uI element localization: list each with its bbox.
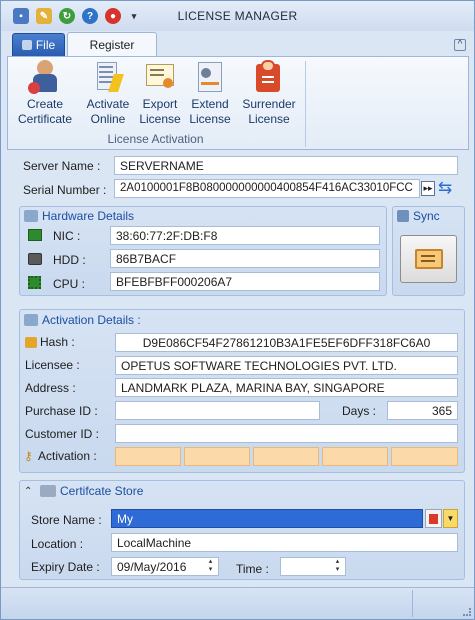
address-field[interactable]: LANDMARK PLAZA, MARINA BAY, SINGAPORE xyxy=(115,378,458,397)
activation-details-icon xyxy=(24,314,38,326)
store-browse-icon[interactable] xyxy=(425,509,442,528)
time-spin-icon[interactable]: ▴ ▾ xyxy=(331,558,344,575)
store-dropdown-icon[interactable]: ▼ xyxy=(443,509,458,528)
store-name-select[interactable]: My xyxy=(111,509,423,528)
customer-id-label: Customer ID : xyxy=(25,427,100,441)
collapse-icon[interactable]: ⌃ xyxy=(24,486,36,497)
export-license-label-1: Export xyxy=(142,97,178,111)
licensee-field[interactable]: OPETUS SOFTWARE TECHNOLOGIES PVT. LTD. xyxy=(115,356,458,375)
surrender-license-button[interactable]: Surrender License xyxy=(241,60,297,127)
extend-license-icon xyxy=(193,60,227,94)
status-bar-separator xyxy=(412,590,413,617)
location-field[interactable]: LocalMachine xyxy=(111,533,458,552)
server-name-label: Server Name : xyxy=(23,159,101,173)
cpu-icon xyxy=(28,276,41,289)
store-title: Certifcate Store xyxy=(60,484,144,498)
hardware-title: Hardware Details xyxy=(42,209,135,223)
activation-code-part-2[interactable] xyxy=(184,447,250,466)
sync-title: Sync xyxy=(413,209,440,223)
purchase-id-label: Purchase ID : xyxy=(25,404,98,418)
nic-field[interactable]: 38:60:77:2F:DB:F8 xyxy=(110,226,380,245)
export-license-icon xyxy=(143,60,177,94)
cpu-field[interactable]: BFEBFBFF000206A7 xyxy=(110,272,380,291)
expiry-date-spin-icon[interactable]: ▴ ▾ xyxy=(204,558,217,575)
ribbon-group-separator xyxy=(305,61,306,147)
create-certificate-icon xyxy=(28,60,62,94)
days-label: Days : xyxy=(342,404,377,418)
sync-certificate-icon xyxy=(415,249,443,269)
status-bar xyxy=(1,587,474,619)
hash-icon xyxy=(25,336,37,348)
hardware-icon xyxy=(24,210,38,222)
hash-field[interactable]: D9E086CF54F27861210B3A1FE5EF6DFF318FC6A0 xyxy=(115,333,458,352)
create-certificate-label-1: Create xyxy=(26,97,64,111)
serial-refresh-icon[interactable]: ⇆ xyxy=(438,178,456,198)
create-certificate-button[interactable]: Create Certificate xyxy=(15,60,75,127)
extend-license-button[interactable]: Extend License xyxy=(185,60,235,127)
activate-online-label-1: Activate xyxy=(86,97,130,111)
address-label: Address : xyxy=(25,381,76,395)
store-name-label: Store Name : xyxy=(31,513,102,527)
activation-code-part-5[interactable] xyxy=(391,447,458,466)
activation-code-part-1[interactable] xyxy=(115,447,181,466)
purchase-id-field[interactable] xyxy=(115,401,320,420)
tab-register-label: Register xyxy=(89,38,135,52)
licensee-label: Licensee : xyxy=(25,358,80,372)
surrender-license-icon xyxy=(252,60,286,94)
server-name-field[interactable]: SERVERNAME xyxy=(114,156,458,175)
file-icon xyxy=(21,40,32,50)
tab-file-label: File xyxy=(35,38,56,52)
ribbon-group-label: License Activation xyxy=(107,132,204,146)
ribbon-help-icon[interactable]: ^ xyxy=(454,39,466,51)
certificate-store-icon xyxy=(40,485,56,497)
hdd-label: HDD : xyxy=(53,253,86,267)
activate-online-icon xyxy=(91,60,125,94)
activation-label: Activation : xyxy=(38,449,97,463)
resize-grip-icon[interactable] xyxy=(463,608,471,616)
tab-register[interactable]: Register xyxy=(67,32,157,57)
activation-code-part-4[interactable] xyxy=(322,447,388,466)
activate-online-label-2: Online xyxy=(90,112,126,126)
days-field[interactable]: 365 xyxy=(387,401,458,420)
tab-file[interactable]: File xyxy=(12,33,65,56)
sync-icon xyxy=(397,210,409,222)
serial-number-field[interactable]: 2A0100001F8B080000000000400854F416AC3301… xyxy=(114,179,420,198)
cpu-label: CPU : xyxy=(53,277,86,291)
key-icon: ⚷ xyxy=(24,449,33,463)
location-label: Location : xyxy=(31,537,84,551)
window-title: LICENSE MANAGER xyxy=(177,9,298,23)
activation-code-part-3[interactable] xyxy=(253,447,319,466)
title-bar: ▪ ✎ ↻ ? ● ▾ LICENSE MANAGER xyxy=(1,1,474,31)
license-manager-window: ▪ ✎ ↻ ? ● ▾ LICENSE MANAGER File Registe… xyxy=(0,0,475,620)
export-license-button[interactable]: Export License xyxy=(135,60,185,127)
serial-next-button[interactable]: ▸▸ xyxy=(421,181,435,196)
hdd-field[interactable]: 86B7BACF xyxy=(110,249,380,268)
export-license-label-2: License xyxy=(139,112,181,126)
surrender-license-label-2: License xyxy=(248,112,290,126)
expiry-date-field[interactable]: 09/May/2016 xyxy=(111,557,219,576)
nic-icon xyxy=(28,229,42,241)
nic-label: NIC : xyxy=(53,229,81,243)
activate-online-button[interactable]: Activate Online xyxy=(83,60,133,127)
extend-license-label-1: Extend xyxy=(191,97,229,111)
extend-license-label-2: License xyxy=(189,112,231,126)
serial-number-label: Serial Number : xyxy=(23,183,107,197)
hash-label: Hash : xyxy=(40,335,75,349)
time-label: Time : xyxy=(236,562,269,576)
sync-button[interactable] xyxy=(400,235,457,283)
activation-title: Activation Details : xyxy=(42,313,141,327)
surrender-license-label-1: Surrender xyxy=(242,97,296,111)
ribbon-tabs: File Register ^ xyxy=(1,31,474,57)
create-certificate-label-2: Certificate xyxy=(17,112,73,126)
hdd-icon xyxy=(28,253,42,265)
customer-id-field[interactable] xyxy=(115,424,458,443)
expiry-date-label: Expiry Date : xyxy=(31,560,100,574)
ribbon-panel: Create Certificate Activate Online Expor… xyxy=(7,56,469,150)
